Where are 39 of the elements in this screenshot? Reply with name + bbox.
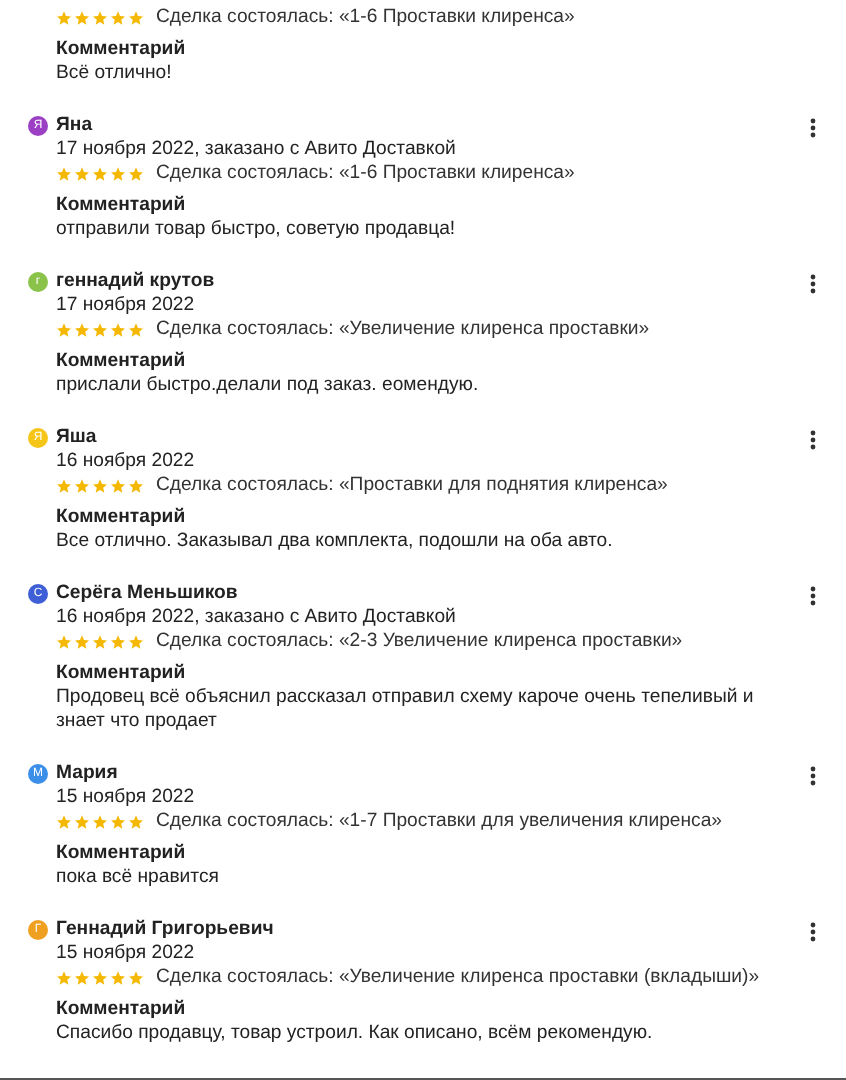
comment-text: отправили товар быстро, советую продавца! (56, 218, 458, 242)
deal-info: Сделка состоялась: «Увеличение клиренса проставки (вкладыши)» (156, 966, 760, 990)
deal-info: Сделка состоялась: «Увеличение клиренса проставки» (156, 318, 650, 342)
reviewer-name: Мария (56, 762, 118, 786)
review-date: 15 ноября 2022 (56, 942, 197, 966)
deal-info: Сделка состоялась: «1-6 Проставки клиренса» (156, 6, 575, 30)
comment-label: Комментарий (56, 350, 188, 374)
comment-label: Комментарий (56, 842, 188, 866)
more-icon[interactable] (810, 586, 816, 606)
comment-text: прислали быстро.делали под заказ. еомендую. (56, 374, 481, 398)
more-icon[interactable] (810, 274, 816, 294)
comment-label: Комментарий (56, 38, 188, 62)
reviewer-name: Серёга Меньшиков (56, 582, 238, 606)
deal-info: Сделка состоялась: «Проставки для поднятия клиренса» (156, 474, 668, 498)
deal-info: Сделка состоялась: «1-7 Проставки для увеличения клиренса» (156, 810, 723, 834)
reviewer-name: Яша (56, 426, 97, 450)
review-date: 16 ноября 2022, заказано с Авито Доставкой (56, 606, 458, 630)
more-icon[interactable] (810, 430, 816, 450)
comment-label: Комментарий (56, 506, 188, 530)
review-date: 16 ноября 2022 (56, 450, 197, 474)
deal-info: Сделка состоялась: «1-6 Проставки клиренса» (156, 162, 575, 186)
review-date: 17 ноября 2022, заказано с Авито Доставкой (56, 138, 458, 162)
comment-label: Комментарий (56, 998, 188, 1022)
reviewer-name: геннадий крутов (56, 270, 215, 294)
reviewer-name: Яна (56, 114, 93, 138)
comment-label: Комментарий (56, 194, 188, 218)
more-icon[interactable] (810, 118, 816, 138)
more-icon[interactable] (810, 766, 816, 786)
deal-info: Сделка состоялась: «2-3 Увеличение клиренса проставки» (156, 630, 683, 654)
comment-text: Спасибо продавцу, товар устроил. Как описано, всём рекомендую. (56, 1022, 655, 1046)
comment-text: Всё отлично! (56, 62, 174, 86)
comment-text: пока всё нравится (56, 866, 221, 890)
review-date: 17 ноября 2022 (56, 294, 197, 318)
reviewer-name: Геннадий Григорьевич (56, 918, 274, 942)
comment-text: Все отлично. Заказывал два комплекта, подошли на оба авто. (56, 530, 615, 554)
comment-text: Продовец всё объяснил рассказал отправил схему кароче очень тепеливый и знает что продает (56, 686, 756, 734)
more-icon[interactable] (810, 922, 816, 942)
review-date: 15 ноября 2022 (56, 786, 197, 810)
comment-label: Комментарий (56, 662, 188, 686)
